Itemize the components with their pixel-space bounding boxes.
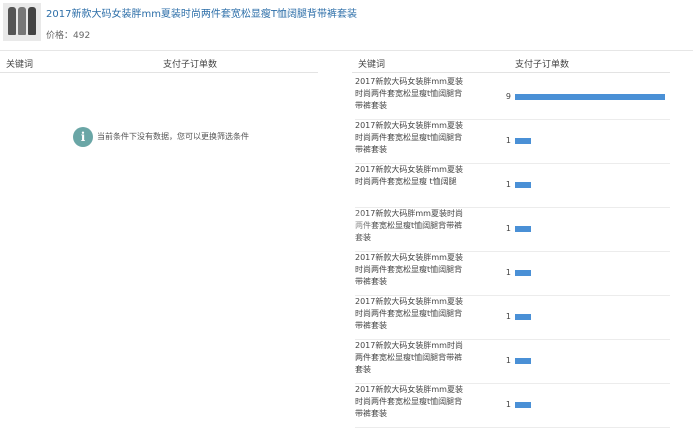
- left-col-keyword-header: 关键词: [6, 60, 34, 70]
- row-order-bar: [515, 138, 531, 144]
- left-header-rule: [0, 72, 318, 73]
- row-keyword: 2017新款大码女装胖mm夏装时尚两件套宽松显瘦t恤阔腿背带裤套装: [355, 385, 463, 418]
- price-value: 492: [73, 31, 91, 41]
- table-row[interactable]: 2017新款大码女装胖mm夏装时尚两件套宽松显瘦 t恤阔腿 1: [355, 164, 670, 208]
- row-order-bar: [515, 94, 665, 100]
- header-divider: [0, 50, 693, 51]
- row-order-count: 1: [505, 180, 511, 189]
- row-order-count: 1: [505, 268, 511, 277]
- right-col-orders-header: 支付子订单数: [515, 60, 570, 70]
- row-order-count: 1: [505, 312, 511, 321]
- right-header-rule: [352, 72, 670, 73]
- row-order-count: 9: [505, 92, 511, 101]
- row-order-bar: [515, 358, 531, 364]
- price-label: 价格：: [46, 31, 74, 41]
- row-order-count: 1: [505, 136, 511, 145]
- screen-glare: [255, 205, 375, 245]
- product-header: 2017新款大码女装胖mm夏装时尚两件套宽松显瘦T恤阔腿背带裤套装 价格：492: [0, 0, 693, 50]
- table-row[interactable]: 2017新款大码女装胖mm夏装时尚两件套宽松显瘦t恤阔腿背带裤套装 1: [355, 252, 670, 296]
- product-title-link[interactable]: 2017新款大码女装胖mm夏装时尚两件套宽松显瘦T恤阔腿背带裤套装: [46, 5, 357, 20]
- table-row[interactable]: 2017新款大码女装胖mm时尚两件套宽松显瘦t恤阔腿背带裤套装 1: [355, 340, 670, 384]
- table-row[interactable]: 2017新款大码女装胖mm夏装时尚两件套宽松显瘦t恤阔腿背带裤套装 1: [355, 384, 670, 428]
- row-order-count: 1: [505, 356, 511, 365]
- row-order-bar: [515, 402, 531, 408]
- row-order-count: 1: [505, 400, 511, 409]
- row-order-bar: [515, 226, 531, 232]
- product-price: 价格：492: [46, 28, 90, 41]
- row-keyword: 2017新款大码女装胖mm夏装时尚两件套宽松显瘦t恤阔腿背带裤套装: [355, 297, 463, 330]
- product-thumbnail[interactable]: [3, 3, 41, 41]
- row-keyword: 2017新款大码女装胖mm夏装时尚两件套宽松显瘦 t恤阔腿: [355, 165, 463, 186]
- empty-state-text: 当前条件下没有数据，您可以更换筛选条件: [97, 132, 249, 141]
- right-col-keyword-header: 关键词: [358, 60, 386, 70]
- row-keyword: 2017新款大码女装胖mm时尚两件套宽松显瘦t恤阔腿背带裤套装: [355, 341, 463, 374]
- table-row[interactable]: 2017新款大码女装胖mm夏装时尚两件套宽松显瘦t恤阔腿背带裤套装 9: [355, 76, 670, 120]
- table-row[interactable]: 2017新款大码女装胖mm夏装时尚两件套宽松显瘦t恤阔腿背带裤套装 1: [355, 296, 670, 340]
- row-order-bar: [515, 270, 531, 276]
- info-icon: i: [73, 127, 93, 147]
- row-keyword: 2017新款大码女装胖mm夏装时尚两件套宽松显瘦t恤阔腿背带裤套装: [355, 253, 463, 286]
- left-col-orders-header: 支付子订单数: [163, 60, 218, 70]
- row-keyword: 2017新款大码女装胖mm夏装时尚两件套宽松显瘦t恤阔腿背带裤套装: [355, 77, 463, 110]
- row-order-bar: [515, 182, 531, 188]
- row-order-count: 1: [505, 224, 511, 233]
- table-row[interactable]: 2017新款大码女装胖mm夏装时尚两件套宽松显瘦t恤阔腿背带裤套装 1: [355, 120, 670, 164]
- row-order-bar: [515, 314, 531, 320]
- table-row[interactable]: 2017新款大码胖mm夏装时尚两件套宽松显瘦t恤阔腿背带裤套装1: [355, 208, 670, 252]
- row-keyword: 2017新款大码女装胖mm夏装时尚两件套宽松显瘦t恤阔腿背带裤套装: [355, 121, 463, 154]
